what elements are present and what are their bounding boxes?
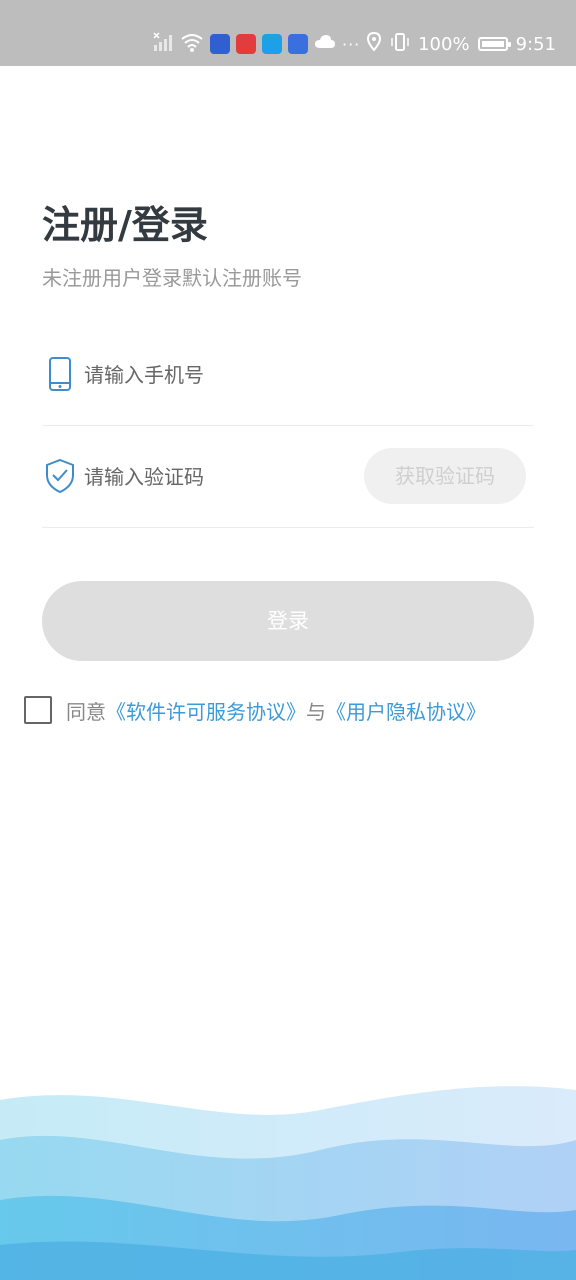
battery-percentage: 100% (418, 33, 470, 55)
clock: 9:51 (515, 33, 556, 55)
login-button[interactable]: 登录 (42, 581, 534, 661)
get-code-button[interactable]: 获取验证码 (364, 448, 526, 504)
cloud-icon (314, 34, 336, 54)
no-sim-signal-icon (152, 31, 174, 57)
privacy-agreement-link[interactable]: 《用户隐私协议》 (326, 696, 486, 725)
page-subtitle: 未注册用户登录默认注册账号 (42, 266, 302, 290)
license-agreement-link[interactable]: 《软件许可服务协议》 (106, 696, 306, 725)
status-bar-right: 100% 9:51 (366, 30, 556, 58)
baidu-app-icon (210, 34, 230, 54)
phone-field (42, 326, 534, 426)
phone-input[interactable] (82, 352, 366, 398)
status-bar: ··· 100% 9:51 (0, 0, 576, 66)
shield-check-icon (44, 458, 76, 494)
decorative-waves (0, 1086, 576, 1280)
agreement-checkbox[interactable] (24, 696, 52, 724)
eleme-app-icon (262, 34, 282, 54)
red-app-icon (236, 34, 256, 54)
page-title: 注册/登录 (42, 203, 208, 247)
verification-code-field: 获取验证码 (42, 428, 534, 528)
verification-code-input[interactable] (82, 454, 366, 500)
phone-icon (44, 356, 76, 392)
wifi-icon (180, 31, 204, 57)
battery-icon (477, 37, 511, 51)
vibrate-icon (390, 32, 410, 57)
agreement-row: 同意 《软件许可服务协议》 与 《用户隐私协议》 (24, 690, 486, 730)
agreement-joiner: 与 (306, 699, 326, 724)
status-bar-left: ··· (152, 30, 360, 58)
location-icon (366, 31, 382, 57)
more-notifications-icon: ··· (342, 34, 361, 54)
taobao-app-icon (288, 34, 308, 54)
agreement-prefix: 同意 (66, 699, 106, 724)
